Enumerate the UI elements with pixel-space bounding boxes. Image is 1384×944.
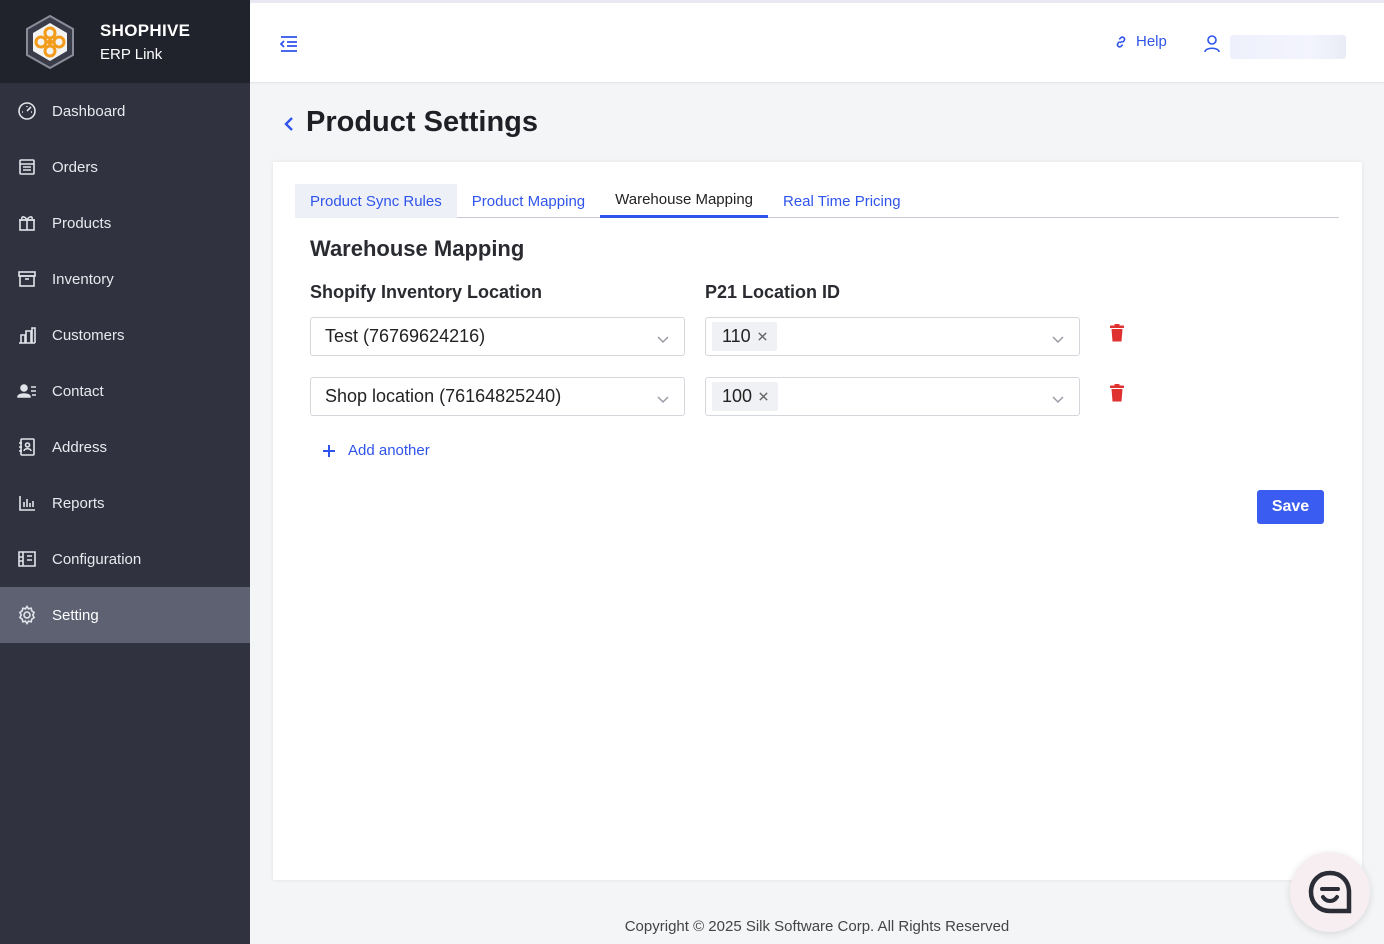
sidebar-item-address[interactable]: Address [0, 419, 250, 475]
top-header: Help [250, 0, 1384, 83]
p21-location-column-label: P21 Location ID [705, 282, 841, 302]
sidebar-item-label: Inventory [52, 270, 114, 288]
p21-location-select[interactable]: 110 [705, 317, 1080, 356]
chat-widget-icon[interactable] [1290, 852, 1370, 932]
address-icon [16, 436, 38, 458]
p21-location-tag: 100 [712, 382, 779, 411]
shopify-location-select[interactable]: Shop location (76164825240) [310, 377, 685, 416]
chevron-down-icon [1051, 390, 1065, 404]
delete-row-trash-icon[interactable] [1110, 324, 1128, 344]
select-value: Test (76769624216) [325, 326, 486, 346]
inventory-icon [16, 268, 38, 290]
sidebar-item-setting[interactable]: Setting [0, 587, 250, 643]
brand[interactable]: SHOPHIVE ERP Link [0, 0, 250, 83]
sidebar: SHOPHIVE ERP Link Dashboard Orders Produ… [0, 0, 250, 944]
p21-location-select[interactable]: 100 [705, 377, 1080, 416]
tab-product-mapping[interactable]: Product Mapping [457, 184, 600, 218]
user-icon[interactable] [1202, 34, 1222, 54]
sidebar-item-label: Reports [52, 494, 105, 512]
add-another-button[interactable]: Add another [322, 442, 430, 459]
sidebar-item-contact[interactable]: Contact [0, 363, 250, 419]
sidebar-item-label: Dashboard [52, 102, 126, 120]
customers-icon [16, 324, 38, 346]
chevron-down-icon [1051, 330, 1065, 344]
save-button[interactable]: Save [1257, 490, 1324, 524]
sidebar-item-label: Products [52, 214, 112, 232]
gear-icon [16, 604, 38, 626]
settings-card: Product Sync Rules Product Mapping Wareh… [273, 162, 1362, 880]
dashboard-icon [16, 100, 38, 122]
brand-subtitle: ERP Link [100, 45, 163, 63]
tab-real-time-pricing[interactable]: Real Time Pricing [768, 184, 916, 218]
link-icon [1116, 35, 1126, 48]
sidebar-item-label: Configuration [52, 550, 142, 568]
remove-tag-icon[interactable] [758, 391, 770, 403]
brand-name: SHOPHIVE [100, 20, 191, 40]
sidebar-item-inventory[interactable]: Inventory [0, 251, 250, 307]
chevron-down-icon [656, 390, 670, 404]
sidebar-nav: Dashboard Orders Products Inventory Cust… [0, 83, 250, 643]
help-link[interactable]: Help [1114, 33, 1167, 50]
plus-icon [323, 444, 335, 457]
section-title: Warehouse Mapping [310, 236, 525, 261]
shophive-logo-icon [22, 14, 78, 70]
contact-icon [16, 380, 38, 402]
sidebar-item-label: Address [52, 438, 108, 456]
reports-icon [16, 492, 38, 514]
sidebar-item-label: Contact [52, 382, 104, 400]
sidebar-item-label: Orders [52, 158, 98, 176]
sidebar-item-orders[interactable]: Orders [0, 139, 250, 195]
chevron-down-icon [656, 330, 670, 344]
footer-copyright: Copyright © 2025 Silk Software Corp. All… [624, 918, 1010, 935]
tab-warehouse-mapping[interactable]: Warehouse Mapping [600, 184, 768, 218]
configuration-icon [16, 548, 38, 570]
sidebar-item-dashboard[interactable]: Dashboard [0, 83, 250, 139]
shopify-location-select[interactable]: Test (76769624216) [310, 317, 685, 356]
page-title: Product Settings [306, 106, 539, 138]
tag-label: 110 [722, 326, 751, 346]
p21-location-tag: 110 [712, 322, 777, 351]
shopify-location-column-label: Shopify Inventory Location [310, 282, 543, 302]
delete-row-trash-icon[interactable] [1110, 384, 1128, 404]
sidebar-item-products[interactable]: Products [0, 195, 250, 251]
tag-label: 100 [722, 386, 753, 406]
back-chevron-icon[interactable] [279, 112, 299, 136]
sidebar-item-label: Setting [52, 606, 99, 624]
remove-tag-icon[interactable] [757, 331, 769, 343]
sidebar-item-label: Customers [52, 326, 125, 344]
select-value: Shop location (76164825240) [325, 386, 562, 406]
menu-collapse-icon[interactable] [278, 33, 300, 55]
sidebar-item-customers[interactable]: Customers [0, 307, 250, 363]
add-another-label: Add another [348, 442, 430, 459]
products-icon [16, 212, 38, 234]
help-label: Help [1136, 33, 1167, 50]
user-name-redacted[interactable] [1230, 35, 1346, 59]
orders-icon [16, 156, 38, 178]
tab-product-sync-rules[interactable]: Product Sync Rules [295, 184, 457, 218]
settings-tabs: Product Sync Rules Product Mapping Wareh… [295, 184, 1339, 218]
sidebar-item-reports[interactable]: Reports [0, 475, 250, 531]
sidebar-item-configuration[interactable]: Configuration [0, 531, 250, 587]
